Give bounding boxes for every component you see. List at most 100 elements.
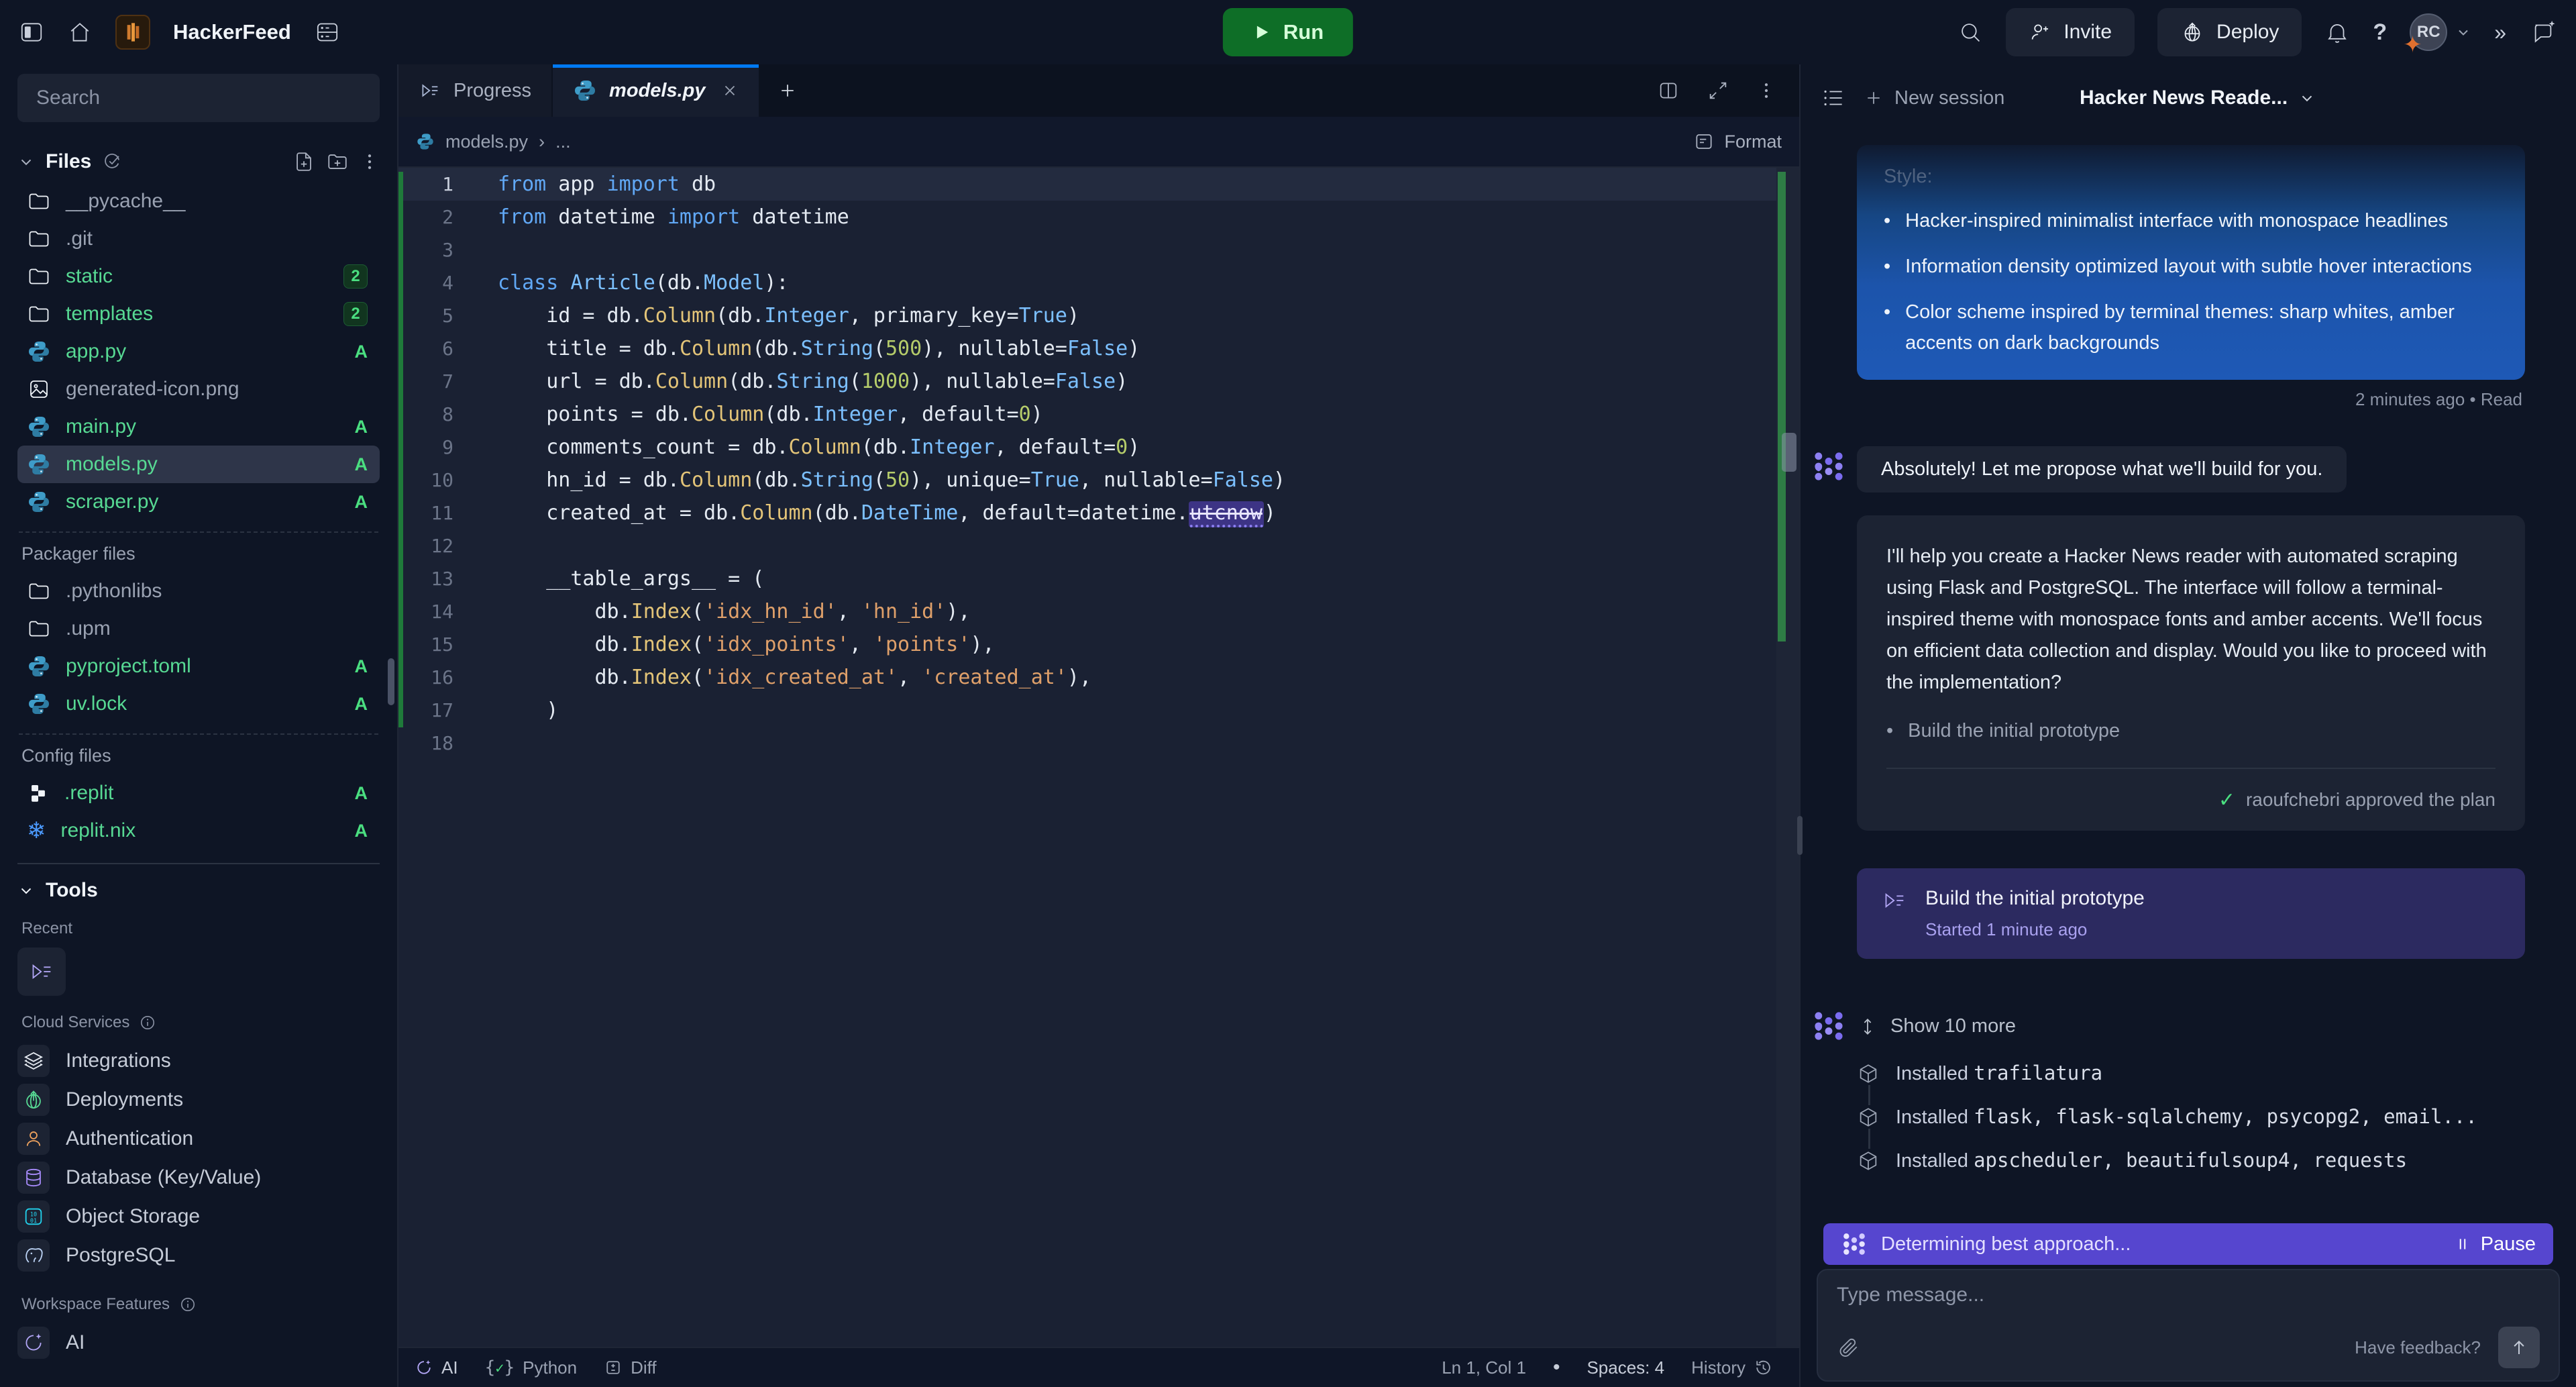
new-session-button[interactable]: New session <box>1864 87 2004 109</box>
file-row-templates[interactable]: templates2 <box>17 295 380 333</box>
code-line-2[interactable]: 2from datetime import datetime <box>398 201 1799 234</box>
code-line-5[interactable]: 5 id = db.Column(db.Integer, primary_key… <box>398 299 1799 332</box>
files-header: Files <box>46 150 91 173</box>
python-icon <box>27 340 51 364</box>
code-line-12[interactable]: 12 <box>398 529 1799 562</box>
search-input[interactable] <box>17 74 380 122</box>
code-line-7[interactable]: 7 url = db.Column(db.String(1000), nulla… <box>398 365 1799 398</box>
file-row-.upm[interactable]: .upm <box>17 610 380 648</box>
chevron-down-icon[interactable] <box>17 153 35 170</box>
file-row-pyproject.toml[interactable]: pyproject.tomlA <box>17 648 380 685</box>
collapse-panel-icon[interactable]: » <box>2494 20 2506 45</box>
breadcrumb-more[interactable]: ... <box>555 132 571 152</box>
show-more-button[interactable]: Show 10 more <box>1857 1015 2016 1037</box>
play-icon <box>1252 23 1271 42</box>
tool-item-ai[interactable]: AI <box>17 1323 380 1362</box>
new-folder-icon[interactable] <box>326 150 349 173</box>
tab-progress[interactable]: Progress <box>398 64 553 117</box>
code-line-17[interactable]: 17 ) <box>398 694 1799 727</box>
status-diff[interactable]: Diff <box>604 1357 657 1378</box>
notifications-bell-icon[interactable] <box>2324 19 2350 45</box>
file-row-uv.lock[interactable]: uv.lockA <box>17 685 380 723</box>
tool-item-authentication[interactable]: Authentication <box>17 1119 380 1158</box>
code-line-10[interactable]: 10 hn_id = db.Column(db.String(50), uniq… <box>398 464 1799 497</box>
deploy-button[interactable]: Deploy <box>2157 8 2302 56</box>
workspace-layout-icon[interactable] <box>314 19 341 46</box>
file-row-replit.nix[interactable]: ❄replit.nixA <box>17 812 380 850</box>
home-icon[interactable] <box>67 19 93 45</box>
tab-models-py[interactable]: models.py <box>553 64 760 117</box>
recent-progress-tool-button[interactable] <box>17 947 66 996</box>
image-icon <box>27 377 51 401</box>
git-added-badge: A <box>355 656 368 677</box>
close-tab-icon[interactable] <box>721 82 739 99</box>
help-icon[interactable]: ? <box>2373 19 2387 46</box>
code-line-15[interactable]: 15 db.Index('idx_points', 'points'), <box>398 628 1799 661</box>
kebab-menu-icon[interactable] <box>1756 81 1776 101</box>
file-row-app.py[interactable]: app.pyA <box>17 333 380 370</box>
panel-resize-handle[interactable] <box>1797 816 1803 855</box>
editor-scrollbar[interactable] <box>1776 168 1799 1347</box>
run-button[interactable]: Run <box>1223 8 1353 56</box>
check-circle-icon[interactable] <box>102 152 122 172</box>
code-line-13[interactable]: 13 __table_args__ = ( <box>398 562 1799 595</box>
code-line-1[interactable]: 1from app import db <box>398 168 1799 201</box>
file-row-.git[interactable]: .git <box>17 220 380 258</box>
ai-chat-icon[interactable] <box>2529 18 2557 46</box>
file-name: .replit <box>64 782 113 805</box>
expand-icon[interactable] <box>1707 79 1729 102</box>
chat-input[interactable] <box>1837 1284 2540 1327</box>
project-icon[interactable] <box>115 15 150 50</box>
tool-item-deployments[interactable]: Deployments <box>17 1080 380 1119</box>
tool-item-integrations[interactable]: Integrations <box>17 1041 380 1080</box>
code-line-8[interactable]: 8 points = db.Column(db.Integer, default… <box>398 398 1799 431</box>
code-line-4[interactable]: 4class Article(db.Model): <box>398 266 1799 299</box>
kebab-menu-icon[interactable] <box>360 152 380 172</box>
status-history[interactable]: History <box>1691 1357 1772 1378</box>
sidebar-toggle-icon[interactable] <box>19 19 44 45</box>
file-row-models.py[interactable]: models.pyA <box>17 446 380 483</box>
new-file-icon[interactable] <box>292 150 315 173</box>
status-language[interactable]: {✓} Python <box>485 1357 578 1378</box>
file-row-scraper.py[interactable]: scraper.pyA <box>17 483 380 521</box>
tool-item-object-storage[interactable]: 1001Object Storage <box>17 1197 380 1236</box>
account-menu[interactable]: RC ✦ <box>2410 13 2471 51</box>
chevron-down-icon[interactable] <box>17 882 35 899</box>
scrollbar-thumb[interactable] <box>1782 433 1796 472</box>
code-line-9[interactable]: 9 comments_count = db.Column(db.Integer,… <box>398 431 1799 464</box>
file-row-generated-icon.png[interactable]: generated-icon.png <box>17 370 380 408</box>
python-icon <box>27 452 51 476</box>
status-ai[interactable]: AI <box>415 1357 458 1378</box>
search-icon[interactable] <box>1957 19 1983 45</box>
code-line-11[interactable]: 11 created_at = db.Column(db.DateTime, d… <box>398 497 1799 529</box>
pause-button[interactable]: Pause <box>2454 1233 2536 1255</box>
file-row-static[interactable]: static2 <box>17 258 380 295</box>
file-row-main.py[interactable]: main.pyA <box>17 408 380 446</box>
invite-button[interactable]: Invite <box>2006 8 2135 56</box>
session-list-icon[interactable] <box>1821 85 1846 111</box>
status-spaces[interactable]: Spaces: 4 <box>1587 1357 1664 1378</box>
file-row-__pycache__[interactable]: __pycache__ <box>17 183 380 220</box>
task-card[interactable]: Build the initial prototype Started 1 mi… <box>1857 868 2525 959</box>
new-tab-button[interactable] <box>760 64 815 117</box>
format-button[interactable]: Format <box>1693 131 1782 152</box>
file-row-.pythonlibs[interactable]: .pythonlibs <box>17 572 380 610</box>
split-pane-icon[interactable] <box>1657 79 1680 102</box>
file-row-.replit[interactable]: .replitA <box>17 774 380 812</box>
code-line-16[interactable]: 16 db.Index('idx_created_at', 'created_a… <box>398 661 1799 694</box>
sidebar-scrollbar[interactable] <box>388 658 394 705</box>
feedback-link[interactable]: Have feedback? <box>2355 1337 2481 1358</box>
code-line-14[interactable]: 14 db.Index('idx_hn_id', 'hn_id'), <box>398 595 1799 628</box>
status-cursor-position[interactable]: Ln 1, Col 1 <box>1442 1357 1526 1378</box>
breadcrumb[interactable]: models.py › ... Format <box>398 117 1799 168</box>
tool-item-postgresql[interactable]: PostgreSQL <box>17 1236 380 1275</box>
code-line-3[interactable]: 3 <box>398 234 1799 266</box>
send-button[interactable] <box>2498 1327 2540 1368</box>
line-number: 3 <box>398 239 474 261</box>
code-area[interactable]: 1from app import db2from datetime import… <box>398 168 1799 1347</box>
code-line-18[interactable]: 18 <box>398 727 1799 760</box>
code-line-6[interactable]: 6 title = db.Column(db.String(500), null… <box>398 332 1799 365</box>
attachment-paperclip-icon[interactable] <box>1837 1336 1860 1359</box>
session-title-dropdown[interactable]: Hacker News Reade... <box>2080 87 2316 109</box>
tool-item-database-key-value-[interactable]: Database (Key/Value) <box>17 1158 380 1197</box>
